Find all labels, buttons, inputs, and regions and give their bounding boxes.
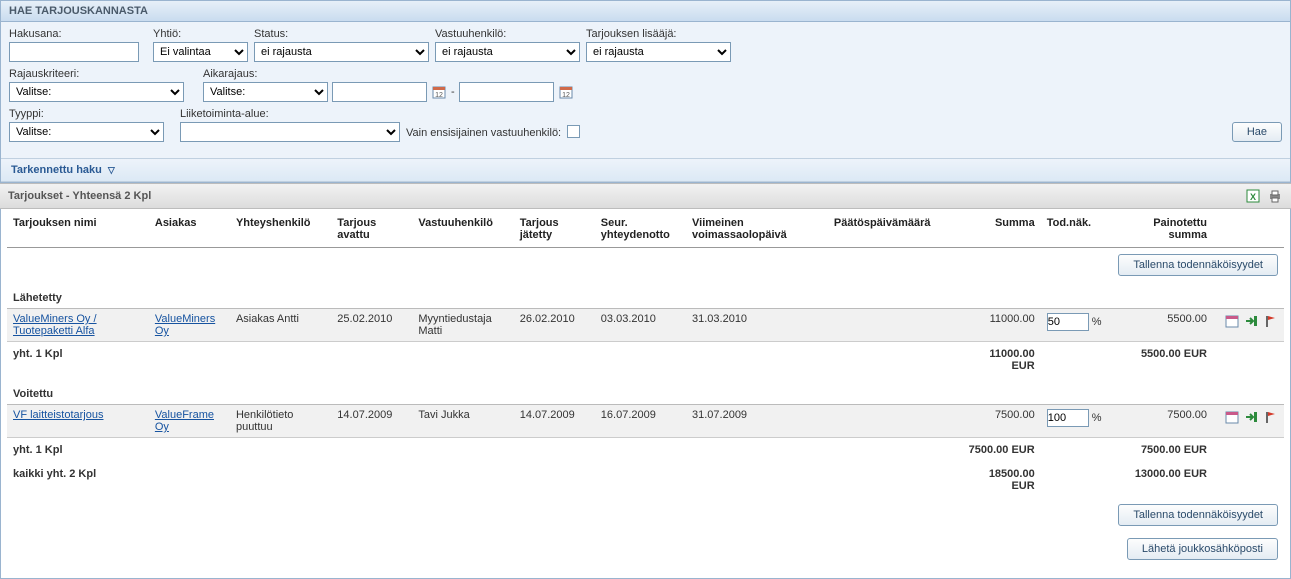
tallenna-bottom-button[interactable]: Tallenna todennäköisyydet <box>1118 504 1278 526</box>
grandtotal-row: kaikki yht. 2 Kpl 18500.00 EUR 13000.00 … <box>7 462 1284 498</box>
left-cell: 14.07.2009 <box>514 405 595 438</box>
section-header: Voitettu <box>7 378 1284 405</box>
subtotal-row: yht. 1 Kpl 7500.00 EUR 7500.00 EUR <box>7 438 1284 463</box>
yhtio-select[interactable]: Ei valintaa <box>153 42 248 62</box>
section-header: Lähetetty <box>7 282 1284 309</box>
tarkennettu-toggle[interactable]: Tarkennettu haku ▽ <box>1 158 1290 182</box>
search-title: HAE TARJOUSKANNASTA <box>1 1 1290 22</box>
export-action-icon[interactable] <box>1243 313 1259 329</box>
results-title: Tarjoukset - Yhteensä 2 Kpl <box>8 190 151 202</box>
pct-label: % <box>1092 316 1102 328</box>
vastuu-label: Vastuuhenkilö: <box>435 28 580 40</box>
col-seur: Seur. yhteydenotto <box>595 209 686 248</box>
probability-input[interactable] <box>1047 409 1089 427</box>
results-table: Tarjouksen nimi Asiakas Yhteyshenkilö Ta… <box>7 209 1284 566</box>
next-cell: 16.07.2009 <box>595 405 686 438</box>
decision-cell <box>828 405 960 438</box>
table-header-row: Tarjouksen nimi Asiakas Yhteyshenkilö Ta… <box>7 209 1284 248</box>
next-cell: 03.03.2010 <box>595 309 686 342</box>
lisaaja-label: Tarjouksen lisääjä: <box>586 28 731 40</box>
hae-button[interactable]: Hae <box>1232 122 1282 142</box>
date-to-input[interactable] <box>459 82 554 102</box>
results-body: Tarjouksen nimi Asiakas Yhteyshenkilö Ta… <box>0 209 1291 579</box>
status-select[interactable]: ei rajausta <box>254 42 429 62</box>
valid-cell: 31.07.2009 <box>686 405 828 438</box>
probability-input[interactable] <box>1047 313 1089 331</box>
col-viim: Viimeinen voimassaolopäivä <box>686 209 828 248</box>
col-avattu: Tarjous avattu <box>331 209 412 248</box>
col-painot: Painotettu summa <box>1122 209 1213 248</box>
offer-name-link[interactable]: VF laitteistotarjous <box>13 409 103 421</box>
svg-text:X: X <box>1250 192 1256 202</box>
tarkennettu-label: Tarkennettu haku <box>11 164 102 176</box>
col-yht: Yhteyshenkilö <box>230 209 331 248</box>
col-jat: Tarjous jätetty <box>514 209 595 248</box>
liike-select[interactable] <box>180 122 400 142</box>
contact-cell: Asiakas Antti <box>230 309 331 342</box>
flag-action-icon[interactable] <box>1262 313 1278 329</box>
customer-link[interactable]: ValueMiners Oy <box>155 313 215 337</box>
yhtio-label: Yhtiö: <box>153 28 248 40</box>
col-paat: Päätöspäivämäärä <box>828 209 960 248</box>
col-actions <box>1213 209 1284 248</box>
rajaus-select[interactable]: Valitse: <box>9 82 184 102</box>
liike-label: Liiketoiminta-alue: <box>180 108 400 120</box>
decision-cell <box>828 309 960 342</box>
contact-cell: Henkilötieto puuttuu <box>230 405 331 438</box>
search-body: Hakusana: Yhtiö: Ei valintaa Status: ei … <box>1 22 1290 158</box>
sum-cell: 7500.00 <box>960 405 1041 438</box>
excel-export-icon[interactable]: X <box>1245 188 1261 204</box>
date-dash: - <box>451 86 455 98</box>
subtotal-row: yht. 1 Kpl 11000.00 EUR 5500.00 EUR <box>7 342 1284 379</box>
calendar-from-icon[interactable]: 12 <box>431 84 447 100</box>
print-icon[interactable] <box>1267 188 1283 204</box>
calendar-to-icon[interactable]: 12 <box>558 84 574 100</box>
weighted-cell: 7500.00 <box>1122 405 1213 438</box>
pct-label: % <box>1092 412 1102 424</box>
aika-select[interactable]: Valitse: <box>203 82 328 102</box>
ensisij-checkbox[interactable] <box>567 125 580 138</box>
lisaaja-select[interactable]: ei rajausta <box>586 42 731 62</box>
weighted-cell: 5500.00 <box>1122 309 1213 342</box>
tyyppi-label: Tyyppi: <box>9 108 174 120</box>
opened-cell: 14.07.2009 <box>331 405 412 438</box>
status-label: Status: <box>254 28 429 40</box>
export-action-icon[interactable] <box>1243 409 1259 425</box>
ensisij-label: Vain ensisijainen vastuuhenkilö: <box>406 127 561 142</box>
chevron-down-icon: ▽ <box>108 165 115 176</box>
col-nimi: Tarjouksen nimi <box>7 209 149 248</box>
svg-text:12: 12 <box>562 92 570 99</box>
hakusana-label: Hakusana: <box>9 28 147 40</box>
valid-cell: 31.03.2010 <box>686 309 828 342</box>
laheta-button[interactable]: Lähetä joukkosähköposti <box>1127 538 1278 560</box>
table-row: ValueMiners Oy / Tuotepaketti Alfa Value… <box>7 309 1284 342</box>
vastuu-select[interactable]: ei rajausta <box>435 42 580 62</box>
tyyppi-select[interactable]: Valitse: <box>9 122 164 142</box>
customer-link[interactable]: ValueFrame Oy <box>155 409 214 433</box>
col-asiakas: Asiakas <box>149 209 230 248</box>
left-cell: 26.02.2010 <box>514 309 595 342</box>
col-vastuu: Vastuuhenkilö <box>412 209 513 248</box>
date-from-input[interactable] <box>332 82 427 102</box>
col-tod: Tod.näk. <box>1041 209 1122 248</box>
date-action-icon[interactable] <box>1224 409 1240 425</box>
owner-cell: Myyntiedustaja Matti <box>412 309 513 342</box>
hakusana-input[interactable] <box>9 42 139 62</box>
aika-label: Aikarajaus: <box>203 68 574 80</box>
rajaus-label: Rajauskriteeri: <box>9 68 197 80</box>
tallenna-top-button[interactable]: Tallenna todennäköisyydet <box>1118 254 1278 276</box>
date-action-icon[interactable] <box>1224 313 1240 329</box>
owner-cell: Tavi Jukka <box>412 405 513 438</box>
table-row: VF laitteistotarjous ValueFrame Oy Henki… <box>7 405 1284 438</box>
results-header: Tarjoukset - Yhteensä 2 Kpl X <box>0 183 1291 209</box>
opened-cell: 25.02.2010 <box>331 309 412 342</box>
col-summa: Summa <box>960 209 1041 248</box>
search-panel: HAE TARJOUSKANNASTA Hakusana: Yhtiö: Ei … <box>0 0 1291 183</box>
flag-action-icon[interactable] <box>1262 409 1278 425</box>
sum-cell: 11000.00 <box>960 309 1041 342</box>
offer-name-link[interactable]: ValueMiners Oy / Tuotepaketti Alfa <box>13 313 97 337</box>
svg-text:12: 12 <box>435 92 443 99</box>
